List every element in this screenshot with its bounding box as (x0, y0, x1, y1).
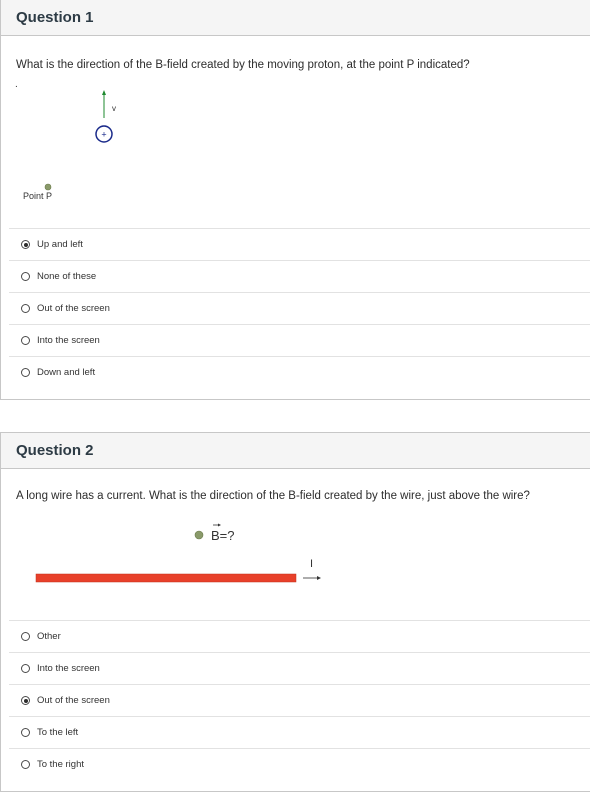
proton-figure: . v + Point P (15, 79, 116, 201)
vector-arrow-icon (213, 523, 221, 527)
answer-option[interactable]: Other (9, 620, 590, 652)
question-2-prompt: A long wire has a current. What is the d… (16, 490, 530, 502)
question-2-title: Question 2 (16, 442, 94, 459)
answer-label: Other (37, 631, 61, 642)
answer-option[interactable]: Out of the screen (9, 292, 590, 324)
proton-symbol: + (101, 130, 106, 140)
radio-button[interactable] (21, 728, 30, 737)
question-1-prompt: What is the direction of the B-field cre… (16, 59, 470, 71)
answer-option[interactable]: Into the screen (9, 652, 590, 684)
question-1-card: Question 1 What is the direction of the … (0, 0, 590, 400)
field-label: B=? (211, 528, 235, 543)
answer-label: Out of the screen (37, 303, 110, 314)
answer-label: Down and left (37, 367, 96, 378)
radio-button[interactable] (21, 760, 30, 769)
velocity-label: v (112, 104, 116, 113)
question-2-answers: Other Into the screen Out of the screen … (9, 620, 590, 780)
answer-label: To the left (37, 727, 79, 738)
answer-option[interactable]: None of these (9, 260, 590, 292)
answer-option[interactable]: To the left (9, 716, 590, 748)
answer-label: Into the screen (37, 335, 100, 346)
answer-option[interactable]: Down and left (9, 356, 590, 388)
current-wire (35, 573, 297, 583)
wire-figure: B=? I (35, 523, 321, 583)
answer-option[interactable]: To the right (9, 748, 590, 780)
radio-button[interactable] (21, 632, 30, 641)
current-direction-arrow (303, 576, 321, 580)
velocity-arrow (102, 90, 106, 118)
answer-label: None of these (37, 271, 97, 282)
answer-label: To the right (37, 759, 84, 770)
question-2-header: Question 2 (1, 433, 590, 469)
question-1-answers: Up and left None of these Out of the scr… (9, 228, 590, 388)
point-p-marker (44, 183, 52, 191)
answer-label: Out of the screen (37, 695, 110, 706)
question-1-title: Question 1 (16, 9, 94, 26)
radio-button[interactable] (21, 696, 30, 705)
field-point-marker (194, 530, 204, 540)
current-label: I (310, 558, 313, 570)
radio-button[interactable] (21, 304, 30, 313)
proton-icon: + (95, 125, 113, 143)
point-p-label: Point P (23, 191, 52, 201)
answer-option[interactable]: Up and left (9, 228, 590, 260)
answer-label: Into the screen (37, 663, 100, 674)
question-1-header: Question 1 (1, 0, 590, 36)
radio-button[interactable] (21, 240, 30, 249)
radio-button[interactable] (21, 664, 30, 673)
radio-button[interactable] (21, 336, 30, 345)
radio-button[interactable] (21, 272, 30, 281)
radio-button[interactable] (21, 368, 30, 377)
stray-mark: . (15, 79, 18, 90)
answer-option[interactable]: Out of the screen (9, 684, 590, 716)
question-2-card: Question 2 A long wire has a current. Wh… (0, 432, 590, 792)
answer-option[interactable]: Into the screen (9, 324, 590, 356)
answer-label: Up and left (37, 239, 83, 250)
